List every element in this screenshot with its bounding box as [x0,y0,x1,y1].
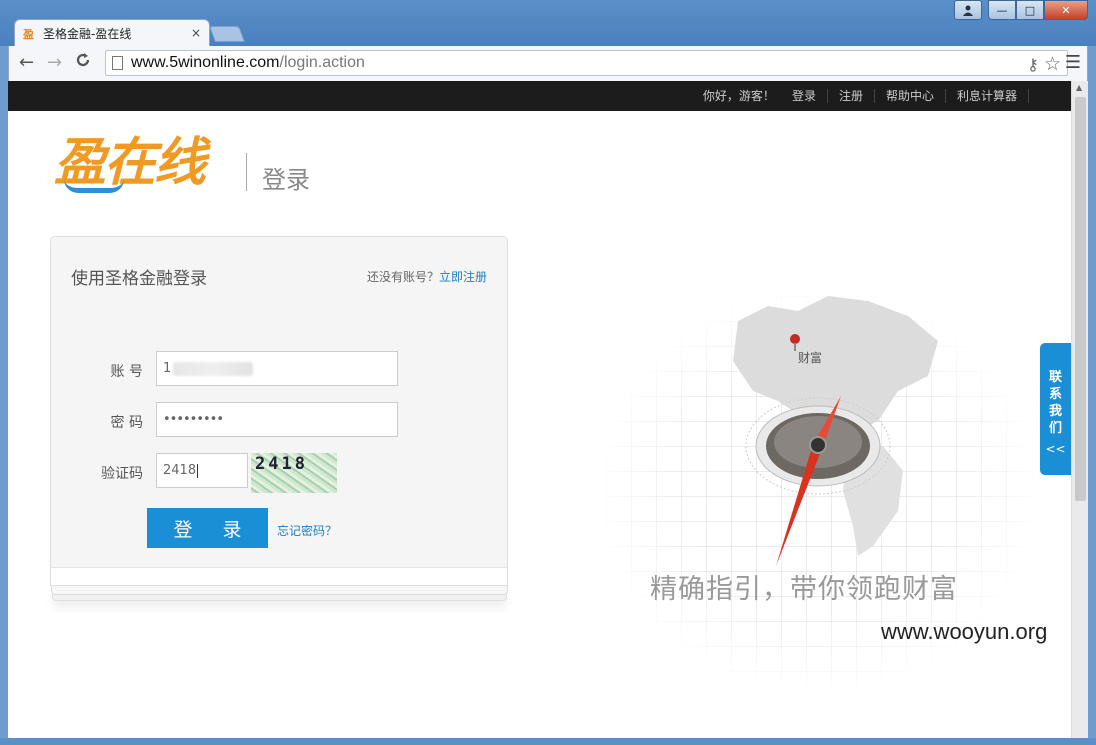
tab-close-icon[interactable]: × [191,26,201,40]
scroll-thumb[interactable] [1075,97,1086,501]
browser-tab[interactable]: 盈 圣格金融-盈在线 × [14,19,210,46]
close-window-button[interactable]: ✕ [1044,0,1088,20]
captcha-label: 验证码 [101,466,143,482]
scroll-up-icon[interactable]: ▲ [1076,83,1082,92]
register-now-link[interactable]: 立即注册 [439,270,487,284]
page-title: 登录 [262,166,310,194]
minimize-button[interactable]: — [988,0,1016,20]
menu-icon[interactable]: ☰ [1065,52,1081,73]
card-footer [51,567,507,585]
pin-label: 财富 [798,351,823,365]
contact-char: 们 [1048,421,1062,436]
top-register-link[interactable]: 注册 [828,89,875,103]
key-icon[interactable]: ⚷ [1027,55,1039,74]
reload-icon[interactable] [75,52,91,73]
maximize-button[interactable]: □ [1016,0,1044,20]
account-input[interactable]: 1 [156,351,398,386]
account-value: 1 [163,361,172,376]
text-caret [197,463,199,478]
login-card-title: 使用圣格金融登录 [71,269,207,289]
greeting-text: 你好，游客！ [702,89,775,103]
contact-char: 联 [1048,370,1062,385]
watermark: www.wooyun.org [881,619,1048,644]
compass-icon [745,396,891,566]
captcha-image[interactable]: 2418 [251,453,337,493]
login-card: 使用圣格金融登录 还没有账号？立即注册 账 号 1 密 码 ••••••••• … [50,236,508,586]
address-bar[interactable]: www.5winonline.com /login.action ⚷ ☆ [105,50,1068,76]
vertical-scrollbar[interactable]: ▲ [1071,81,1088,738]
bookmark-star-icon[interactable]: ☆ [1044,53,1061,75]
browser-titlebar: 盈 圣格金融-盈在线 × — □ ✕ [0,0,1096,46]
map-pin-stem [794,343,796,351]
contact-char: 我 [1048,404,1062,419]
hero-slogan: 精确指引，带你领跑财富 [650,574,958,605]
no-account-text: 还没有账号？ [366,270,439,284]
contact-char: 系 [1048,387,1062,402]
url-path: /login.action [279,54,365,71]
user-profile-icon[interactable] [954,0,982,20]
password-label: 密 码 [110,415,143,431]
captcha-input-value: 2418 [163,463,197,478]
new-tab-button[interactable] [209,26,245,42]
tab-title: 圣格金融-盈在线 [43,26,132,41]
chevron-left-icon: << [1045,442,1066,456]
browser-toolbar: ← → www.5winonline.com /login.action ⚷ ☆… [8,46,1088,81]
window-controls: — □ ✕ [954,0,1088,20]
forgot-password-link[interactable]: 忘记密码？ [277,522,337,539]
account-label: 账 号 [110,364,143,380]
redacted-mask [173,361,254,376]
forward-icon[interactable]: → [47,52,62,73]
omnibox-actions: ⚷ ☆ [1027,53,1061,75]
back-icon[interactable]: ← [19,52,34,73]
url-host: www.5winonline.com [131,54,280,71]
password-input[interactable]: ••••••••• [156,402,398,437]
top-nav: 你好，游客！ 登录 注册 帮助中心 利息计算器 [692,81,1029,111]
top-login-link[interactable]: 登录 [781,89,828,103]
login-button[interactable]: 登 录 [147,508,268,548]
window-bottom-frame [0,738,1096,745]
site-favicon-icon: 盈 [23,29,34,41]
captcha-input[interactable]: 2418 [156,453,248,488]
contact-us-tab[interactable]: 联 系 我 们 << [1040,343,1071,475]
page-icon [112,56,123,70]
logo-smile-icon [64,179,124,193]
top-nav-bar: 你好，游客！ 登录 注册 帮助中心 利息计算器 [8,81,1071,111]
register-prompt: 还没有账号？立即注册 [367,268,487,285]
help-center-link[interactable]: 帮助中心 [875,89,946,103]
logo-divider [246,153,247,191]
interest-calculator-link[interactable]: 利息计算器 [946,89,1029,103]
site-logo[interactable]: 盈在线 [54,133,244,195]
